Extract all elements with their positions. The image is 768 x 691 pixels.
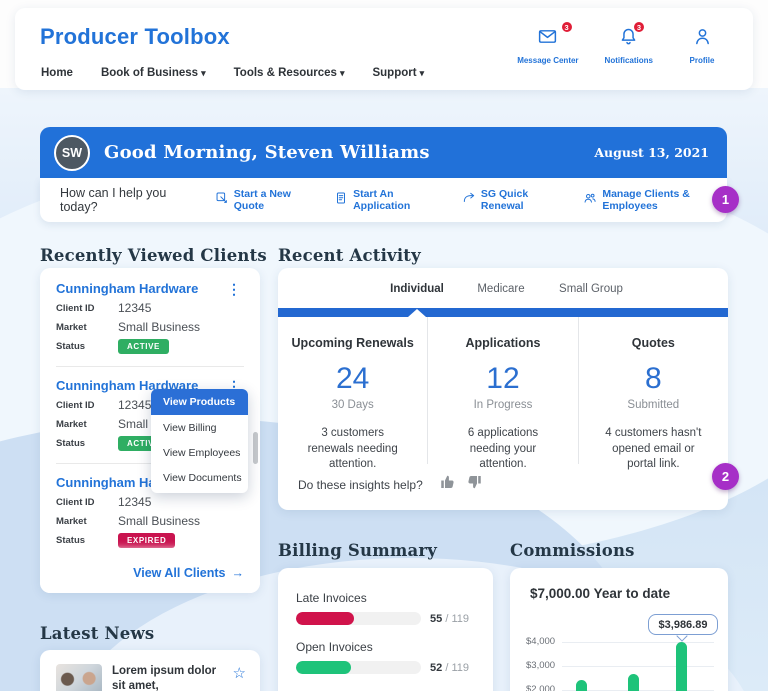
latest-news-card[interactable]: Lorem ipsum dolor sit amet, consectetur …: [40, 650, 260, 691]
app-title: Producer Toolbox: [40, 24, 230, 49]
recent-activity-heading: Recent Activity: [278, 246, 421, 265]
client-id-value: 12345: [118, 301, 152, 315]
client-list-item: Cunningham Hardware ⋮ Client ID12345 Mar…: [56, 270, 244, 367]
sg-quick-renewal-link[interactable]: SG Quick Renewal: [462, 188, 559, 212]
nav-home[interactable]: Home: [41, 67, 73, 79]
renewal-arrow-icon: [462, 191, 476, 210]
app-header: Producer Toolbox Home Book of Business ▾ …: [15, 8, 753, 90]
commission-bar[interactable]: [628, 674, 639, 691]
tab-small-group[interactable]: Small Group: [559, 283, 623, 295]
quote-pen-icon: [215, 191, 229, 210]
y-axis-tick: $2,000: [526, 684, 556, 691]
client-market-value: Small Business: [118, 320, 201, 334]
recently-viewed-clients-heading: Recently Viewed Clients: [40, 246, 267, 265]
news-headline[interactable]: Lorem ipsum dolor sit amet, consectetur …: [112, 664, 223, 691]
greeting-text: Good Morning, Steven Williams: [104, 142, 430, 163]
late-invoices-fill: [296, 612, 354, 625]
open-invoices-fill: [296, 661, 351, 674]
nav-book-of-business[interactable]: Book of Business ▾: [101, 67, 206, 79]
chevron-down-icon: ▾: [201, 68, 206, 78]
commissions-heading: Commissions: [510, 541, 635, 560]
view-all-clients-link[interactable]: View All Clients →: [133, 566, 244, 580]
open-invoices-label: Open Invoices: [296, 640, 373, 654]
commissions-ytd-summary: $7,000.00 Year to date: [530, 586, 671, 601]
billing-summary-heading: Billing Summary: [278, 541, 438, 560]
commission-tooltip: $3,986.89: [648, 614, 718, 635]
applications-column: Applications 12 In Progress 6 applicatio…: [428, 317, 579, 470]
nav-tools-resources[interactable]: Tools & Resources ▾: [234, 67, 345, 79]
latest-news-heading: Latest News: [40, 624, 155, 643]
menu-item-view-employees[interactable]: View Employees: [151, 440, 248, 465]
client-id-value: 12345: [118, 495, 152, 509]
quotes-count: 8: [644, 362, 662, 395]
status-badge: ACTIVE: [118, 339, 169, 354]
greeting-banner: SW Good Morning, Steven Williams August …: [40, 127, 727, 178]
late-invoices-label: Late Invoices: [296, 591, 367, 605]
people-icon: [583, 191, 597, 210]
menu-item-view-products[interactable]: View Products: [151, 389, 248, 415]
active-tab-notch: [408, 309, 426, 317]
help-question: How can I help you today?: [60, 186, 167, 214]
commission-bar-highlighted[interactable]: [676, 642, 687, 691]
tab-individual[interactable]: Individual: [390, 283, 444, 295]
quotes-column: Quotes 8 Submitted 4 customers hasn't op…: [579, 317, 728, 470]
late-invoices-bar: 55 / 119: [296, 612, 475, 625]
client-context-menu: View Products View Billing View Employee…: [151, 389, 248, 493]
client-name-link[interactable]: Cunningham Hardware: [56, 281, 198, 296]
activity-columns: Upcoming Renewals 24 30 Days 3 customers…: [278, 317, 728, 470]
insights-feedback: Do these insights help?: [298, 473, 483, 496]
commission-bar[interactable]: [576, 680, 587, 691]
avatar: SW: [54, 134, 90, 171]
walkthrough-step-2-badge[interactable]: 2: [712, 463, 739, 490]
start-application-link[interactable]: Start An Application: [334, 188, 438, 212]
commissions-card: $7,000.00 Year to date $4,000 $3,000 $2,…: [510, 568, 728, 691]
tab-medicare[interactable]: Medicare: [477, 283, 524, 295]
star-icon[interactable]: ☆: [233, 666, 246, 691]
feedback-question: Do these insights help?: [298, 477, 423, 492]
gridline: [562, 666, 714, 667]
billing-summary-card: Late Invoices 55 / 119 Open Invoices 52 …: [278, 568, 493, 691]
thumbs-up-icon[interactable]: [439, 473, 457, 496]
main-nav: Home Book of Business ▾ Tools & Resources…: [41, 67, 424, 79]
client-id-value: 12345: [118, 398, 152, 412]
nav-support[interactable]: Support ▾: [372, 67, 424, 79]
client-market-value: Small Business: [118, 514, 201, 528]
menu-item-view-documents[interactable]: View Documents: [151, 465, 248, 490]
profile-button[interactable]: Profile: [679, 26, 725, 65]
open-invoices-bar: 52 / 119: [296, 661, 475, 674]
clients-scrollbar[interactable]: [253, 432, 258, 464]
start-new-quote-link[interactable]: Start a New Quote: [215, 188, 310, 212]
quick-actions: Start a New Quote Start An Application S…: [215, 188, 727, 212]
message-count-badge: 3: [560, 21, 573, 33]
person-icon: [692, 26, 713, 52]
message-center-button[interactable]: 3 Message Center: [517, 21, 579, 65]
notification-count-badge: 3: [633, 21, 645, 33]
notifications-button[interactable]: 3 Notifications: [605, 21, 653, 65]
walkthrough-step-1-badge[interactable]: 1: [712, 186, 739, 213]
chevron-down-icon: ▾: [339, 68, 345, 78]
manage-clients-employees-link[interactable]: Manage Clients & Employees: [583, 188, 727, 212]
header-actions: 3 Message Center 3 Notifications Profile: [517, 21, 725, 65]
clients-footer: View All Clients →: [40, 553, 260, 593]
active-tab-indicator-bar: [278, 308, 728, 317]
document-icon: [334, 191, 348, 210]
y-axis-tick: $4,000: [526, 636, 556, 647]
envelope-icon: [537, 26, 558, 52]
applications-count: 12: [486, 362, 520, 395]
arrow-right-icon: →: [231, 566, 245, 580]
renewals-count: 24: [335, 362, 370, 395]
news-thumbnail-image: [56, 664, 102, 691]
chevron-down-icon: ▾: [419, 68, 425, 78]
gridline: [562, 642, 714, 643]
banner-date: August 13, 2021: [594, 145, 709, 160]
kebab-menu-icon[interactable]: ⋮: [224, 282, 244, 296]
recent-activity-card: Individual Medicare Small Group Upcoming…: [278, 268, 728, 510]
status-badge: EXPIRED: [118, 533, 176, 548]
help-bar: How can I help you today? Start a New Qu…: [40, 178, 727, 222]
upcoming-renewals-column: Upcoming Renewals 24 30 Days 3 customers…: [278, 317, 429, 470]
y-axis-tick: $3,000: [526, 660, 556, 671]
menu-item-view-billing[interactable]: View Billing: [151, 415, 248, 440]
thumbs-down-icon[interactable]: [465, 473, 483, 496]
